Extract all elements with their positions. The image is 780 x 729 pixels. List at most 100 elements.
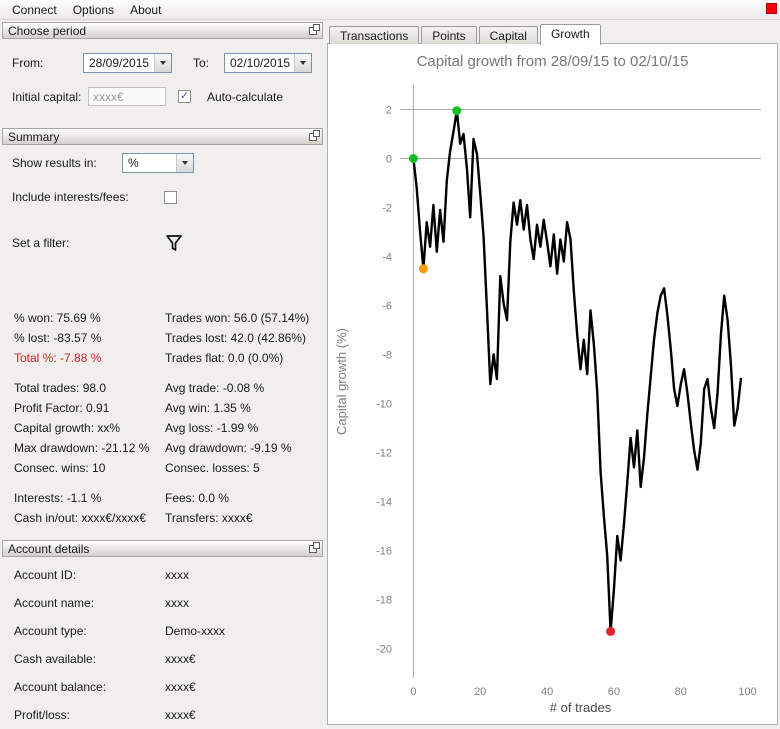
y-tick-label: -20 (376, 644, 392, 656)
y-tick-label: -8 (382, 350, 392, 362)
x-axis-label: # of trades (550, 700, 612, 715)
from-date-select[interactable]: 28/09/2015 (83, 53, 172, 73)
account-row-value: xxxx (165, 596, 189, 610)
account-row-label: Account type: (14, 624, 87, 638)
auto-calculate-checkbox[interactable]: ✓ (178, 90, 191, 103)
stat-row: Capital growth: xx% Avg loss: -1.99 % (14, 418, 319, 438)
to-date-select[interactable]: 02/10/2015 (224, 53, 312, 73)
undock-icon[interactable] (309, 129, 320, 141)
growth-chart: 20-2-4-6-8-10-12-14-16-18-200 20 40 60 80 100… (334, 85, 761, 715)
summary-header[interactable]: Summary (2, 128, 323, 145)
include-interests-label: Include interests/fees: (12, 190, 129, 204)
stat-left-value: Cash in/out: xxxx€/xxxx€ (14, 511, 147, 525)
show-results-value: % (128, 156, 139, 170)
include-interests-checkbox[interactable] (164, 190, 177, 204)
account-row-value: xxxx€ (165, 652, 196, 666)
stat-right-value: Trades won: 56.0 (57.14%) (165, 311, 310, 325)
stats-gap (14, 368, 319, 378)
account-row-label: Account name: (14, 596, 95, 610)
initial-capital-label: Initial capital: (12, 89, 82, 104)
set-filter-label: Set a filter: (12, 236, 70, 250)
undock-icon[interactable] (309, 23, 320, 35)
y-tick-label: -6 (382, 301, 392, 313)
show-results-label: Show results in: (12, 156, 97, 170)
stat-left-value: Total trades: 98.0 (14, 381, 107, 395)
chart-marker-maximum (452, 106, 462, 116)
initial-capital-input[interactable] (88, 87, 166, 106)
account-row: Account ID: xxxx (2, 561, 323, 589)
x-tick-label: 20 (474, 686, 486, 698)
summary-stats: % won: 75.69 % Trades won: 56.0 (57.14%)%… (14, 308, 319, 528)
account-details-content: Account ID: xxxx Account name: xxxx Account … (2, 557, 323, 729)
tab-bar: Transactions Points Capital Growth (327, 24, 778, 45)
account-row-value: Demo-xxxx (165, 624, 226, 638)
stat-row: Max drawdown: -21.12 % Avg drawdown: -9.1… (14, 438, 319, 458)
from-date-value: 28/09/2015 (89, 56, 150, 70)
account-row: Account balance: xxxx€ (2, 673, 323, 701)
tab-growth[interactable]: Growth (539, 24, 601, 45)
tab-capital[interactable]: Capital (478, 26, 538, 44)
account-details-title: Account details (8, 541, 90, 556)
stat-left-value: % lost: -83.57 % (14, 331, 102, 345)
stat-row: Interests: -1.1 % Fees: 0.0 % (14, 488, 319, 508)
stat-row: % won: 75.69 % Trades won: 56.0 (57.14%) (14, 308, 319, 328)
stat-left-value: Consec. wins: 10 (14, 461, 106, 475)
left-panel: Choose period From: 28/09/2015 To: 02/10… (2, 22, 323, 728)
account-row: Cash available: xxxx€ (2, 645, 323, 673)
stat-row: Consec. wins: 10 Consec. losses: 5 (14, 458, 319, 478)
auto-calculate-label: Auto-calculate (207, 89, 284, 104)
stats-gap (14, 478, 319, 488)
x-tick-label: 100 (738, 686, 756, 698)
stat-right-value: Avg win: 1.35 % (165, 401, 251, 415)
stat-right-value: Fees: 0.0 % (165, 491, 230, 505)
chevron-down-icon (176, 154, 193, 172)
account-details-header[interactable]: Account details (2, 540, 323, 557)
show-results-select[interactable]: % (122, 153, 194, 173)
account-row-label: Account balance: (14, 680, 107, 694)
choose-period-header[interactable]: Choose period (2, 22, 323, 39)
x-tick-label: 0 (410, 686, 416, 698)
stat-right-value: Transfers: xxxx€ (165, 511, 253, 525)
summary-content: Show results in: % Include interests/fee… (2, 145, 323, 540)
tab-transactions[interactable]: Transactions (329, 26, 420, 44)
y-tick-label: 0 (386, 154, 392, 166)
growth-tab-panel: Capital growth from 28/09/15 to 02/10/15… (327, 43, 778, 725)
account-row-value: xxxx€ (165, 708, 196, 722)
stat-left-value: % won: 75.69 % (14, 311, 101, 325)
chevron-down-icon (294, 54, 311, 72)
undock-icon[interactable] (309, 541, 320, 553)
menu-about[interactable]: About (122, 1, 169, 19)
stat-left-value: Max drawdown: -21.12 % (14, 441, 150, 455)
stat-left-value: Capital growth: xx% (14, 421, 121, 435)
menu-connect[interactable]: Connect (4, 1, 65, 19)
menu-options[interactable]: Options (65, 1, 122, 19)
growth-line (412, 109, 743, 633)
x-tick-label: 80 (675, 686, 687, 698)
filter-icon[interactable] (164, 233, 184, 253)
y-tick-label: -14 (376, 497, 392, 509)
account-row: Account type: Demo-xxxx (2, 617, 323, 645)
y-tick-label: -10 (376, 399, 392, 411)
to-date-value: 02/10/2015 (230, 56, 291, 70)
account-row-value: xxxx (165, 568, 189, 582)
y-tick-label: -18 (376, 595, 392, 607)
y-tick-label: -12 (376, 448, 392, 460)
account-row-label: Account ID: (14, 568, 77, 582)
y-tick-label: -4 (382, 252, 392, 264)
summary-title: Summary (8, 129, 60, 144)
right-panel: Transactions Points Capital Growth Capital … (327, 24, 778, 725)
stat-right-value: Avg trade: -0.08 % (165, 381, 265, 395)
stat-left-value: Interests: -1.1 % (14, 491, 102, 505)
stat-left-value: Total %: -7.88 % (14, 351, 102, 365)
stat-row: Profit Factor: 0.91 Avg win: 1.35 % (14, 398, 319, 418)
chart-marker-early-drawdown (418, 264, 428, 274)
from-label: From: (12, 56, 44, 70)
stat-left-value: Profit Factor: 0.91 (14, 401, 110, 415)
tab-points[interactable]: Points (421, 26, 477, 44)
y-axis-label: Capital growth (%) (334, 328, 349, 435)
y-tick-label: -2 (382, 203, 392, 215)
chart-marker-minimum (606, 626, 616, 636)
stat-right-value: Trades lost: 42.0 (42.86%) (165, 331, 306, 345)
chart-title: Capital growth from 28/09/15 to 02/10/15 (416, 53, 689, 70)
x-tick-label: 40 (541, 686, 553, 698)
